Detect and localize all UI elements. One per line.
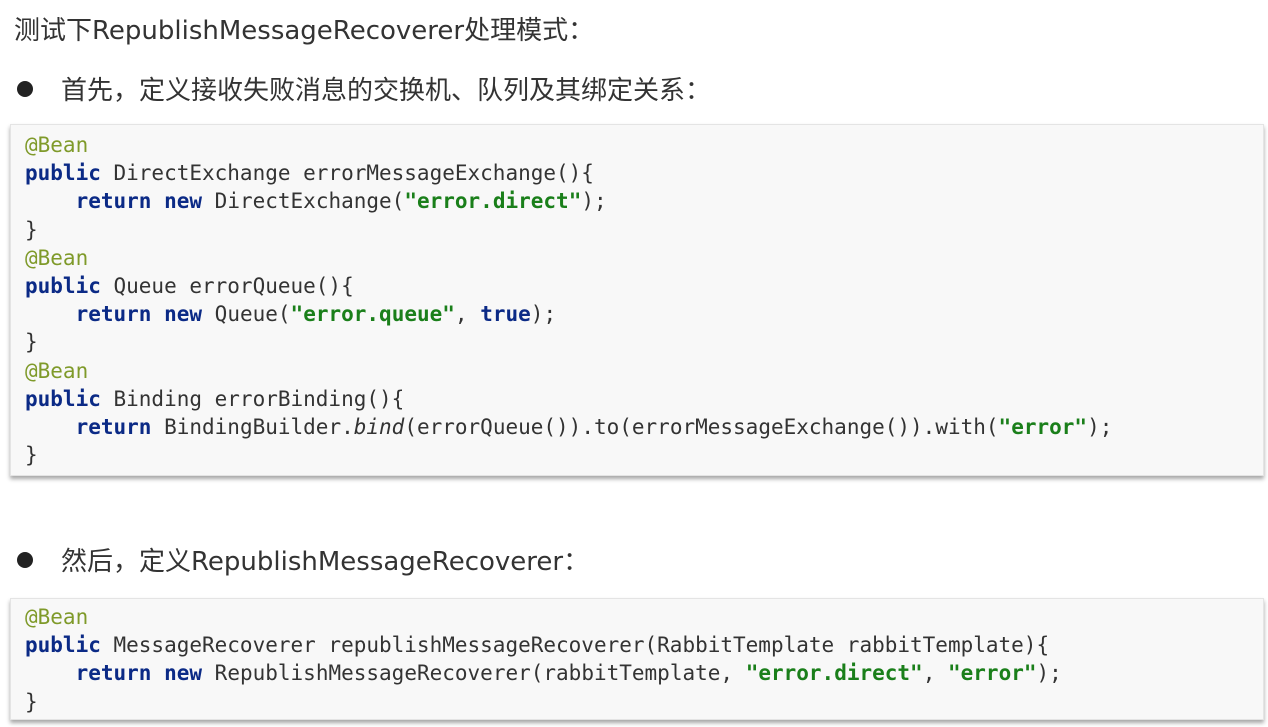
string-token: "error" bbox=[948, 661, 1037, 686]
string-token: "error.direct" bbox=[745, 661, 923, 686]
code-line: return BindingBuilder.bind(errorQueue())… bbox=[25, 413, 1263, 441]
code-text: DirectExchange( bbox=[202, 189, 405, 214]
code-text: } bbox=[25, 217, 38, 242]
bullet-dot-icon bbox=[17, 552, 33, 568]
keyword-token: return bbox=[75, 302, 152, 327]
code-line: @Bean bbox=[25, 131, 1263, 159]
keyword-token: new bbox=[164, 189, 203, 214]
code-block-error-config: @Bean public DirectExchange errorMessage… bbox=[10, 124, 1264, 476]
section-title: 测试下RepublishMessageRecoverer处理模式： bbox=[14, 16, 595, 46]
code-text: } bbox=[25, 330, 38, 355]
annotation-token: @Bean bbox=[25, 245, 89, 270]
code-text: ); bbox=[530, 302, 557, 327]
annotation-token: @Bean bbox=[25, 358, 89, 383]
code-line: return new Queue("error.queue", true); bbox=[25, 300, 1263, 328]
code-text: Binding errorBinding(){ bbox=[100, 386, 405, 411]
bullet-dot-icon bbox=[17, 81, 33, 97]
keyword-token: public bbox=[25, 161, 101, 186]
code-text: MessageRecoverer republishMessageRecover… bbox=[100, 633, 1050, 658]
code-line: } bbox=[25, 688, 1263, 716]
code-text: ); bbox=[1087, 414, 1113, 439]
string-token: "error" bbox=[998, 414, 1088, 439]
code-line: public Queue errorQueue(){ bbox=[25, 272, 1263, 300]
code-line: } bbox=[25, 441, 1263, 469]
code-text: Queue( bbox=[202, 302, 291, 327]
bullet-text: 首先，定义接收失败消息的交换机、队列及其绑定关系： bbox=[61, 76, 712, 106]
code-text: ); bbox=[1036, 661, 1062, 686]
code-text: Queue errorQueue(){ bbox=[100, 273, 354, 298]
keyword-token: return bbox=[75, 414, 152, 439]
code-line: @Bean bbox=[25, 357, 1263, 385]
bullet-text: 然后，定义RepublishMessageRecoverer： bbox=[61, 547, 590, 577]
code-text: (errorQueue()).to(errorMessageExchange()… bbox=[404, 414, 999, 439]
code-line: @Bean bbox=[25, 244, 1263, 272]
keyword-token: new bbox=[164, 302, 203, 327]
bullet-item-recoverer: 然后，定义RepublishMessageRecoverer： bbox=[14, 543, 589, 581]
keyword-token: true bbox=[480, 302, 531, 327]
keyword-token: new bbox=[164, 661, 203, 686]
code-line: public DirectExchange errorMessageExchan… bbox=[25, 159, 1263, 187]
code-line: return new DirectExchange("error.direct"… bbox=[25, 187, 1263, 215]
code-line: } bbox=[25, 216, 1263, 244]
code-line: return new RepublishMessageRecoverer(rab… bbox=[25, 659, 1263, 687]
annotation-token: @Bean bbox=[25, 133, 89, 157]
code-text: } bbox=[25, 689, 38, 714]
keyword-token: return bbox=[75, 661, 152, 686]
italic-method-token: bind bbox=[353, 414, 405, 439]
code-line: public Binding errorBinding(){ bbox=[25, 385, 1263, 413]
code-text: , bbox=[922, 661, 948, 686]
bullet-item-exchange-queue: 首先，定义接收失败消息的交换机、队列及其绑定关系： bbox=[14, 72, 711, 110]
code-text: } bbox=[25, 443, 38, 468]
code-line: @Bean bbox=[25, 603, 1263, 631]
code-text: RepublishMessageRecoverer(rabbitTemplate… bbox=[202, 661, 746, 686]
keyword-token: public bbox=[25, 273, 101, 298]
code-text: , bbox=[454, 302, 481, 327]
keyword-token: return bbox=[75, 189, 152, 214]
code-line: } bbox=[25, 328, 1263, 356]
code-block-recoverer: @Bean public MessageRecoverer republishM… bbox=[10, 598, 1264, 720]
keyword-token: public bbox=[25, 386, 101, 411]
code-text: BindingBuilder. bbox=[151, 414, 354, 439]
annotation-token: @Bean bbox=[25, 605, 89, 629]
string-token: "error.direct" bbox=[404, 189, 582, 214]
string-token: "error.queue" bbox=[290, 302, 455, 327]
code-line: public MessageRecoverer republishMessage… bbox=[25, 631, 1263, 659]
code-text: ); bbox=[581, 189, 607, 214]
code-text: DirectExchange errorMessageExchange(){ bbox=[100, 161, 594, 186]
keyword-token: public bbox=[25, 633, 101, 658]
